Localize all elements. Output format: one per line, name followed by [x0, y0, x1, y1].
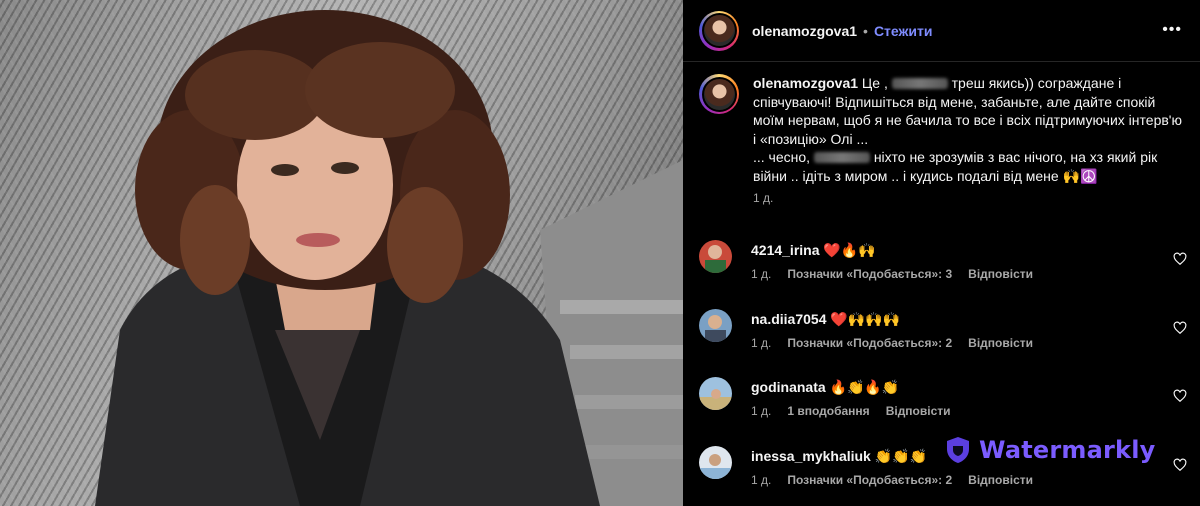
comment-text: ❤️🔥🙌: [823, 242, 876, 258]
post-photo[interactable]: [0, 0, 683, 506]
likes-count[interactable]: Позначки «Подобається»: 2: [787, 336, 952, 350]
like-heart-icon[interactable]: [1173, 252, 1187, 266]
shield-icon: [947, 437, 969, 463]
commenter-avatar[interactable]: [699, 309, 732, 342]
comment-username[interactable]: 4214_irina: [751, 242, 820, 258]
comment-time: 1 д.: [751, 267, 772, 281]
watermark: Watermarkly: [945, 436, 1155, 464]
likes-count[interactable]: Позначки «Подобається»: 3: [787, 267, 952, 281]
like-heart-icon[interactable]: [1173, 321, 1187, 335]
comment-text: 👏👏👏: [874, 448, 928, 464]
caption-username[interactable]: olenamozgova1: [753, 75, 858, 91]
reply-button[interactable]: Відповісти: [968, 336, 1033, 350]
comments-panel: olenamozgova1 • Стежити ••• olenamozgova…: [683, 0, 1200, 506]
like-heart-icon[interactable]: [1173, 389, 1187, 403]
caption-avatar[interactable]: [699, 74, 739, 114]
commenter-avatar[interactable]: [699, 446, 732, 479]
comment-time: 1 д.: [751, 473, 772, 487]
comment-username[interactable]: godinanata: [751, 379, 826, 395]
woman-portrait-image: [95, 10, 683, 506]
author-avatar[interactable]: [699, 10, 739, 51]
likes-count[interactable]: 1 вподобання: [787, 404, 869, 418]
reply-button[interactable]: Відповісти: [886, 404, 951, 418]
follow-button[interactable]: Стежити: [874, 23, 933, 39]
caption-text: olenamozgova1 Це , треш якись)) согражда…: [753, 75, 1182, 184]
commenter-avatar[interactable]: [699, 240, 732, 273]
censored-blur: [891, 78, 948, 89]
reply-button[interactable]: Відповісти: [968, 473, 1033, 487]
comment-username[interactable]: inessa_mykhaliuk: [751, 448, 871, 464]
likes-count[interactable]: Позначки «Подобається»: 2: [787, 473, 952, 487]
comment-text: ❤️🙌🙌🙌: [830, 311, 901, 327]
more-options-icon[interactable]: •••: [1162, 22, 1182, 38]
post-caption: olenamozgova1 Це , треш якись)) согражда…: [699, 74, 1189, 205]
like-heart-icon[interactable]: [1173, 458, 1187, 472]
caption-time: 1 д.: [753, 191, 774, 205]
comment-time: 1 д.: [751, 404, 772, 418]
comment-time: 1 д.: [751, 336, 772, 350]
comment-text: 🔥👏🔥👏: [829, 379, 900, 395]
author-username[interactable]: olenamozgova1: [752, 23, 857, 39]
commenter-avatar[interactable]: [699, 377, 732, 410]
watermark-text: Watermarkly: [979, 436, 1156, 464]
post-header: olenamozgova1 • Стежити •••: [683, 0, 1200, 62]
separator-dot: •: [863, 22, 868, 39]
comment-username[interactable]: na.diia7054: [751, 311, 827, 327]
reply-button[interactable]: Відповісти: [968, 267, 1033, 281]
censored-blur: [813, 152, 870, 163]
